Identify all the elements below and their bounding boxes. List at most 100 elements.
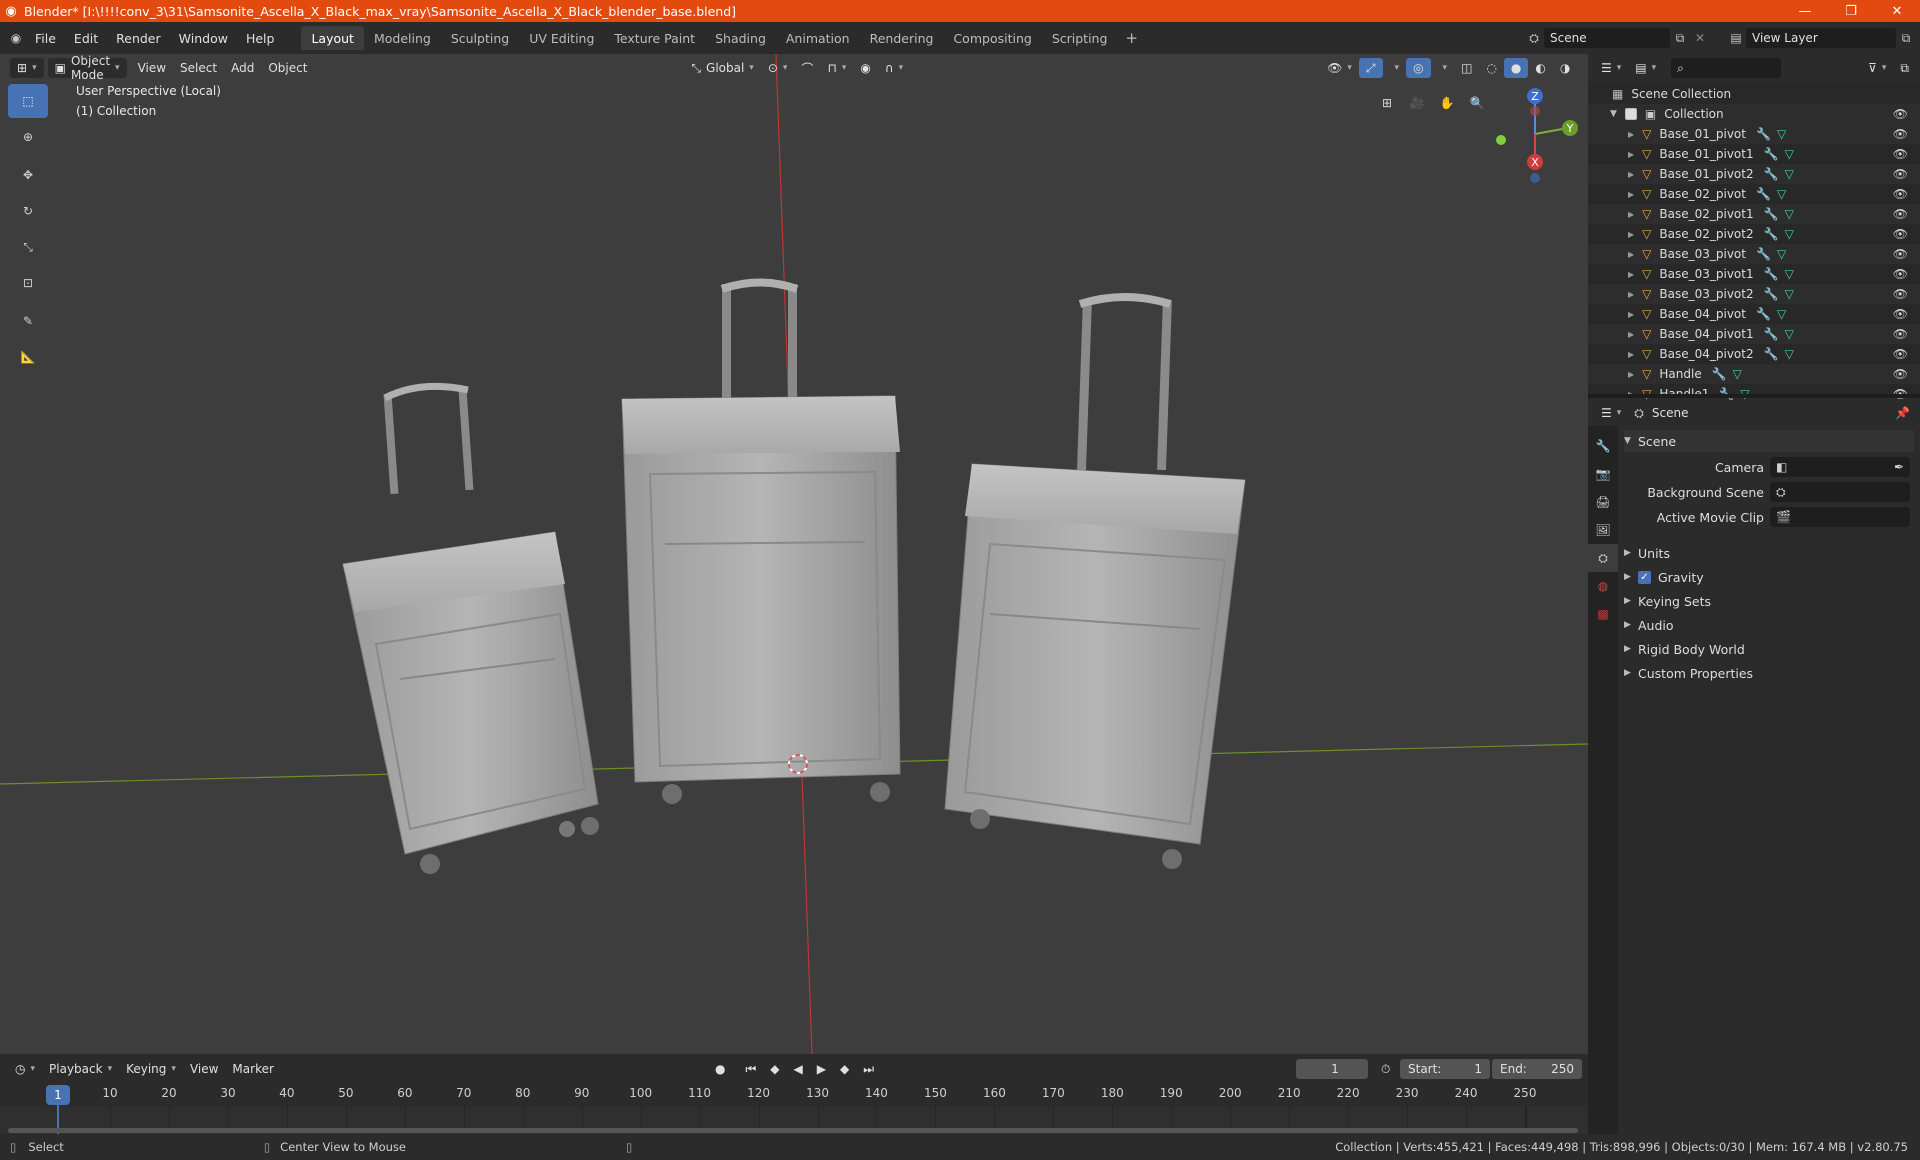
menu-edit[interactable]: Edit bbox=[65, 26, 107, 50]
menu-window[interactable]: Window bbox=[170, 26, 237, 50]
custom-properties-expand-icon[interactable]: ▶ bbox=[1624, 668, 1638, 678]
shading-dropdown-icon[interactable]: ▾ bbox=[1577, 58, 1588, 78]
gravity-expand-icon[interactable]: ▶ bbox=[1624, 572, 1638, 582]
modifier-wrench-icon[interactable]: 🔧 bbox=[1712, 367, 1727, 381]
mesh-data-icon[interactable]: ▽ bbox=[1777, 307, 1786, 321]
stopwatch-icon[interactable]: ⏱ bbox=[1374, 1059, 1397, 1079]
gravity-checkbox[interactable]: ✓ bbox=[1638, 570, 1651, 584]
measure-tool-icon[interactable]: 📐 bbox=[8, 340, 48, 374]
mesh-data-icon[interactable]: ▽ bbox=[1777, 187, 1786, 201]
modifier-wrench-icon[interactable]: 🔧 bbox=[1764, 327, 1779, 341]
object-expand-icon[interactable]: ▶ bbox=[1628, 330, 1634, 339]
snap-target-icon[interactable]: ⊓ ▾ bbox=[820, 58, 853, 78]
object-expand-icon[interactable]: ▶ bbox=[1628, 170, 1634, 179]
start-frame-field[interactable]: Start: 1 bbox=[1400, 1059, 1490, 1079]
overlays-dropdown-icon[interactable]: ▾ bbox=[1431, 58, 1455, 78]
outliner-object-row[interactable]: ▶ ▽ Base_03_pivot 🔧 ▽ 👁 bbox=[1588, 244, 1920, 264]
active-movie-clip-field[interactable]: 🎬 bbox=[1770, 507, 1910, 527]
modifier-wrench-icon[interactable]: 🔧 bbox=[1756, 247, 1771, 261]
visibility-eye-icon[interactable]: 👁 bbox=[1893, 127, 1908, 141]
mesh-data-icon[interactable]: ▽ bbox=[1785, 327, 1794, 341]
frame-ruler[interactable]: 10 20 30 40 50 60 70 80 90 100 110 120 130 140 150 160 1… bbox=[0, 1084, 1588, 1106]
editor-type-button[interactable]: ⊞ ▾ bbox=[10, 58, 44, 78]
outliner-object-row[interactable]: ▶ ▽ Base_02_pivot1 🔧 ▽ 👁 bbox=[1588, 204, 1920, 224]
modifier-wrench-icon[interactable]: 🔧 bbox=[1756, 307, 1771, 321]
object-expand-icon[interactable]: ▶ bbox=[1628, 130, 1634, 139]
visibility-eye-icon[interactable]: 👁 bbox=[1893, 247, 1908, 261]
visibility-eye-icon[interactable]: 👁 bbox=[1893, 367, 1908, 381]
eyedropper-icon[interactable]: ✒ bbox=[1894, 460, 1904, 474]
keying-sets-expand-icon[interactable]: ▶ bbox=[1624, 596, 1638, 606]
play-reverse-icon[interactable]: ◀ bbox=[787, 1059, 810, 1079]
pan-hand-icon[interactable]: ✋ bbox=[1432, 88, 1462, 118]
audio-section[interactable]: ▶ Audio bbox=[1624, 614, 1914, 636]
snap-icon[interactable]: ⌒ bbox=[794, 58, 820, 78]
units-section[interactable]: ▶ Units bbox=[1624, 542, 1914, 564]
modifier-wrench-icon[interactable]: 🔧 bbox=[1764, 167, 1779, 181]
rigid-body-world-section[interactable]: ▶ Rigid Body World bbox=[1624, 638, 1914, 660]
menu-select[interactable]: Select bbox=[173, 58, 224, 78]
tab-layout[interactable]: Layout bbox=[301, 26, 364, 50]
shading-wireframe-icon[interactable]: ◌ bbox=[1479, 58, 1503, 78]
object-expand-icon[interactable]: ▶ bbox=[1628, 370, 1634, 379]
rigid-body-world-expand-icon[interactable]: ▶ bbox=[1624, 644, 1638, 654]
visibility-eye-icon[interactable]: 👁 bbox=[1893, 307, 1908, 321]
outliner-object-row[interactable]: ▶ ▽ Base_01_pivot 🔧 ▽ 👁 bbox=[1588, 124, 1920, 144]
tab-scripting[interactable]: Scripting bbox=[1042, 26, 1118, 50]
mesh-data-icon[interactable]: ▽ bbox=[1733, 367, 1742, 381]
outliner-object-row[interactable]: ▶ ▽ Base_03_pivot1 🔧 ▽ 👁 bbox=[1588, 264, 1920, 284]
menu-render[interactable]: Render bbox=[107, 26, 170, 50]
tab-compositing[interactable]: Compositing bbox=[943, 26, 1041, 50]
menu-add[interactable]: Add bbox=[224, 58, 261, 78]
modifier-wrench-icon[interactable]: 🔧 bbox=[1764, 227, 1779, 241]
menu-marker[interactable]: Marker bbox=[225, 1059, 280, 1079]
outliner-search-input[interactable]: ⌕ bbox=[1671, 58, 1782, 78]
toggle-grid-view-icon[interactable]: ⊞ bbox=[1372, 88, 1402, 118]
visibility-eye-icon[interactable]: 👁 bbox=[1893, 147, 1908, 161]
object-expand-icon[interactable]: ▶ bbox=[1628, 310, 1634, 319]
menu-file[interactable]: File bbox=[26, 26, 65, 50]
menu-view[interactable]: View bbox=[131, 58, 173, 78]
visibility-eye-icon[interactable]: 👁 bbox=[1893, 167, 1908, 181]
background-scene-field[interactable]: ⛭ bbox=[1770, 482, 1910, 502]
jump-start-icon[interactable]: ⏮ bbox=[738, 1059, 763, 1079]
outliner-object-row[interactable]: ▶ ▽ Handle 🔧 ▽ 👁 bbox=[1588, 364, 1920, 384]
view-layer-tab-icon[interactable]: 🖼 bbox=[1588, 516, 1618, 544]
new-scene-icon[interactable]: ⧉ bbox=[1670, 28, 1690, 48]
timeline-area[interactable]: 10 20 30 40 50 60 70 80 90 100 110 120 130 140 150 160 1… bbox=[0, 1084, 1588, 1134]
scene-tab-icon[interactable]: ⛭ bbox=[1588, 544, 1618, 572]
cursor-tool-icon[interactable]: ⊕ bbox=[8, 120, 48, 154]
add-workspace-button[interactable]: + bbox=[1117, 29, 1146, 47]
modifier-wrench-icon[interactable]: 🔧 bbox=[1756, 127, 1771, 141]
object-expand-icon[interactable]: ▶ bbox=[1628, 230, 1634, 239]
pivot-point-icon[interactable]: ⊙ ▾ bbox=[761, 58, 795, 78]
modifier-wrench-icon[interactable]: 🔧 bbox=[1764, 267, 1779, 281]
gizmo-dropdown-icon[interactable]: ▾ bbox=[1383, 58, 1407, 78]
visibility-eye-icon[interactable]: 👁 bbox=[1893, 207, 1908, 221]
move-tool-icon[interactable]: ✥ bbox=[8, 158, 48, 192]
record-icon[interactable]: ● bbox=[708, 1059, 732, 1079]
modifier-wrench-icon[interactable]: 🔧 bbox=[1756, 187, 1771, 201]
tab-shading[interactable]: Shading bbox=[705, 26, 776, 50]
menu-playback[interactable]: Playback ▾ bbox=[42, 1059, 119, 1079]
mesh-data-icon[interactable]: ▽ bbox=[1785, 287, 1794, 301]
jump-end-icon[interactable]: ⏭ bbox=[856, 1059, 881, 1079]
view-layer-field[interactable]: View Layer bbox=[1746, 28, 1896, 48]
tab-rendering[interactable]: Rendering bbox=[860, 26, 944, 50]
gravity-section[interactable]: ▶ ✓ Gravity bbox=[1624, 566, 1914, 588]
outliner-object-row[interactable]: ▶ ▽ Base_03_pivot2 🔧 ▽ 👁 bbox=[1588, 284, 1920, 304]
menu-help[interactable]: Help bbox=[237, 26, 284, 50]
object-expand-icon[interactable]: ▶ bbox=[1628, 210, 1634, 219]
object-expand-icon[interactable]: ▶ bbox=[1628, 190, 1634, 199]
outliner-object-row[interactable]: ▶ ▽ Base_04_pivot 🔧 ▽ 👁 bbox=[1588, 304, 1920, 324]
tab-animation[interactable]: Animation bbox=[776, 26, 860, 50]
scene-panel-collapse-icon[interactable]: ▼ bbox=[1624, 436, 1638, 446]
outliner-object-row[interactable]: ▶ ▽ Base_02_pivot2 🔧 ▽ 👁 bbox=[1588, 224, 1920, 244]
object-expand-icon[interactable]: ▶ bbox=[1628, 290, 1634, 299]
axis-gizmo[interactable]: Z Y X bbox=[1490, 84, 1580, 184]
menu-timeline-view[interactable]: View bbox=[183, 1059, 225, 1079]
tool-tab-icon[interactable]: 🔧 bbox=[1588, 432, 1618, 460]
delete-scene-icon[interactable]: ✕ bbox=[1690, 28, 1710, 48]
mesh-data-icon[interactable]: ▽ bbox=[1785, 147, 1794, 161]
prev-keyframe-icon[interactable]: ◆ bbox=[763, 1059, 786, 1079]
